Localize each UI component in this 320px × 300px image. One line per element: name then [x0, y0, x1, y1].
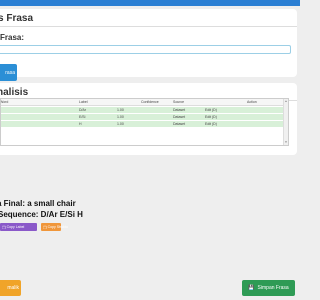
table-row[interactable]: E/Si 1.00 Dataset Edit (D): [1, 114, 284, 121]
top-bar: [0, 0, 300, 6]
save-icon: 💾: [248, 285, 255, 291]
scroll-down-icon[interactable]: ▼: [284, 140, 288, 145]
edit-action-link[interactable]: Edit (D): [205, 122, 217, 126]
phrase-field-label: Frasa:: [0, 33, 25, 42]
copy-label-button[interactable]: ❐ Copy Label: [0, 223, 37, 231]
cell-confidence: 1.00: [117, 122, 124, 126]
table-header: Word Label Confidence Source Action: [1, 99, 284, 106]
analysis-card-title: nalisis: [0, 87, 29, 98]
copy-label-text: Copy Label: [6, 225, 25, 229]
save-phrase-text: Simpan Frasa: [257, 285, 289, 291]
column-header-label[interactable]: Label: [79, 100, 88, 104]
cell-label: E/Si: [79, 115, 86, 119]
copy-structure-button[interactable]: ❐ Copy Struktu: [41, 223, 68, 231]
cell-label: D/Ar: [79, 108, 86, 112]
table-row[interactable]: D/Ar 1.00 Dataset Edit (D): [1, 107, 284, 114]
column-header-confidence[interactable]: Confidence: [141, 100, 159, 104]
phrase-input-card: s Frasa Frasa: rasa: [0, 9, 297, 81]
save-phrase-button[interactable]: 💾 Simpan Frasa: [242, 280, 295, 296]
analysis-card: nalisis Word Label Confidence Source Act…: [0, 83, 297, 155]
cell-source: Dataset: [173, 115, 186, 119]
copy-structure-text: Copy Struktu: [47, 225, 68, 229]
column-header-source[interactable]: Source: [173, 100, 184, 104]
copy-icon: ❐: [2, 224, 6, 230]
cell-confidence: 1.00: [117, 115, 124, 119]
analysis-table: Word Label Confidence Source Action D/Ar…: [0, 98, 289, 146]
edit-action-link[interactable]: Edit (D): [205, 115, 217, 119]
input-card-title: s Frasa: [0, 13, 34, 24]
phrase-input[interactable]: [0, 45, 291, 54]
final-phrase-text: a Final: a small chair: [0, 199, 76, 208]
column-header-word[interactable]: Word: [1, 100, 8, 104]
scroll-up-icon[interactable]: ▲: [284, 99, 288, 104]
cell-source: Dataset: [173, 108, 186, 112]
label-sequence-text: Sequence: D/Ar E/Si H: [0, 210, 83, 219]
cell-source: Dataset: [173, 122, 186, 126]
analyze-button[interactable]: rasa: [0, 64, 17, 81]
column-header-action[interactable]: Action: [247, 100, 257, 104]
title-divider: [0, 26, 297, 27]
copy-icon: ❐: [43, 224, 47, 230]
table-scrollbar[interactable]: ▲ ▼: [283, 99, 288, 145]
edit-action-link[interactable]: Edit (D): [205, 108, 217, 112]
cell-label: H: [79, 122, 82, 126]
back-button[interactable]: malik: [0, 280, 21, 296]
cell-confidence: 1.00: [117, 108, 124, 112]
table-row[interactable]: H 1.00 Dataset Edit (D): [1, 121, 284, 128]
